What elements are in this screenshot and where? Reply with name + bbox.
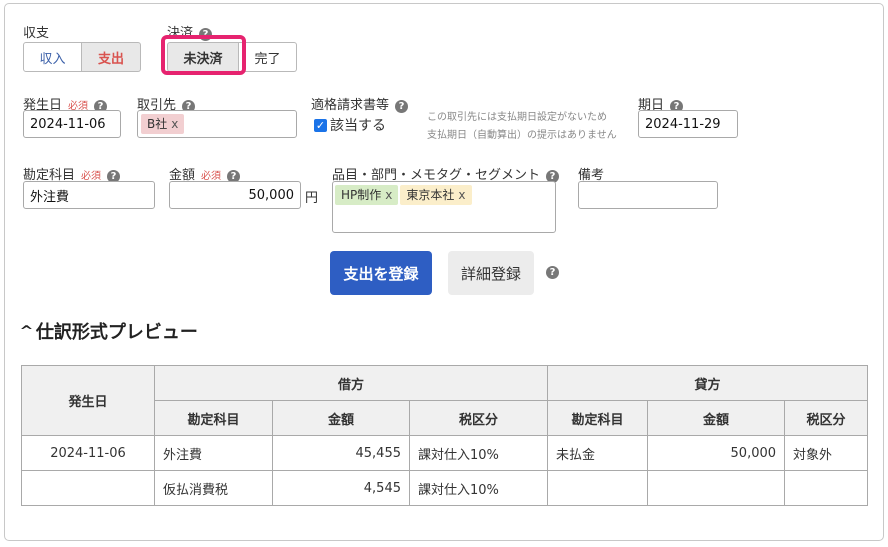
completed-option[interactable]: 完了 [239,42,297,72]
checkbox-icon[interactable]: ✓ [314,118,327,132]
tag-remove-icon[interactable]: x [385,188,392,202]
account-input[interactable]: 外注費 [23,181,155,209]
invoice-label: 適格請求書等? [311,94,409,113]
invoice-label-text: 適格請求書等 [311,98,390,113]
preview-title: 仕訳形式プレビュー [35,322,198,343]
cell-credit-amount [647,470,786,506]
header-debit-amount: 金額 [272,400,410,436]
header-debit-tax: 税区分 [408,400,549,436]
income-expense-label: 収支 [23,26,50,41]
items-input[interactable]: HP制作 x 東京本社 x [332,181,556,233]
cell-date [21,470,155,506]
table-row: 2024-11-06 外注費 45,455 課対仕入10% 未払金 50,000… [21,435,869,471]
amount-unit: 円 [305,191,319,206]
expense-option[interactable]: 支出 [82,42,141,72]
cell-debit-account: 外注費 [154,435,273,471]
date-input[interactable]: 2024-11-06 [23,110,121,138]
partner-input[interactable]: B社 x [137,110,297,138]
header-credit-tax: 税区分 [784,400,869,436]
tag-remove-icon[interactable]: x [458,188,465,202]
cell-credit-amount: 50,000 [647,435,786,471]
cell-debit-amount: 45,455 [272,435,410,471]
tag-remove-icon[interactable]: x [171,117,178,131]
header-debit: 借方 [153,365,549,401]
cell-credit-account: 未払金 [547,435,649,471]
cell-debit-tax: 課対仕入10% [408,470,549,506]
preview-section-header[interactable]: ^ 仕訳形式プレビュー [19,318,198,344]
register-expense-button[interactable]: 支出を登録 [330,251,432,295]
table-row: 仮払消費税 4,545 課対仕入10% [21,470,869,506]
due-note-line1: この取引先には支払期日設定がないため [427,112,607,123]
cell-credit-account [547,470,649,506]
income-option[interactable]: 収入 [23,42,82,72]
header-debit-account: 勘定科目 [154,400,273,436]
cell-date: 2024-11-06 [21,435,155,471]
highlight-box [161,35,246,75]
help-icon[interactable]: ? [395,100,409,113]
amount-input[interactable]: 50,000 [169,181,301,209]
cell-debit-tax: 課対仕入10% [408,435,549,471]
header-date: 発生日 [21,365,155,436]
header-credit-amount: 金額 [647,400,786,436]
item-tag: 東京本社 x [400,185,472,205]
header-credit-account: 勘定科目 [547,400,649,436]
detail-register-button[interactable]: 詳細登録 [448,251,534,295]
help-icon[interactable]: ? [546,266,559,279]
partner-tag-text: B社 [147,117,168,131]
due-note-line2: 支払期日（自動算出）の提示はありません [427,130,617,141]
item-tag-text: 東京本社 [406,188,455,202]
invoice-checkbox-row: ✓ 該当する [314,115,386,135]
memo-input[interactable] [578,181,718,209]
item-tag: HP制作 x [335,185,399,205]
income-expense-toggle: 収入 支出 [23,42,141,72]
item-tag-text: HP制作 [341,188,382,202]
cell-credit-tax [784,470,869,506]
partner-tag: B社 x [141,114,185,134]
due-date-input[interactable]: 2024-11-29 [638,110,738,138]
journal-preview-table: 発生日 借方 貸方 勘定科目 金額 税区分 勘定科目 金額 税区分 2024-1… [21,365,869,506]
cell-debit-amount: 4,545 [272,470,410,506]
invoice-checkbox-label: 該当する [330,118,386,134]
cell-credit-tax: 対象外 [784,435,869,471]
header-credit: 貸方 [547,365,869,401]
chevron-up-icon[interactable]: ^ [19,324,33,339]
cell-debit-account: 仮払消費税 [154,470,273,506]
